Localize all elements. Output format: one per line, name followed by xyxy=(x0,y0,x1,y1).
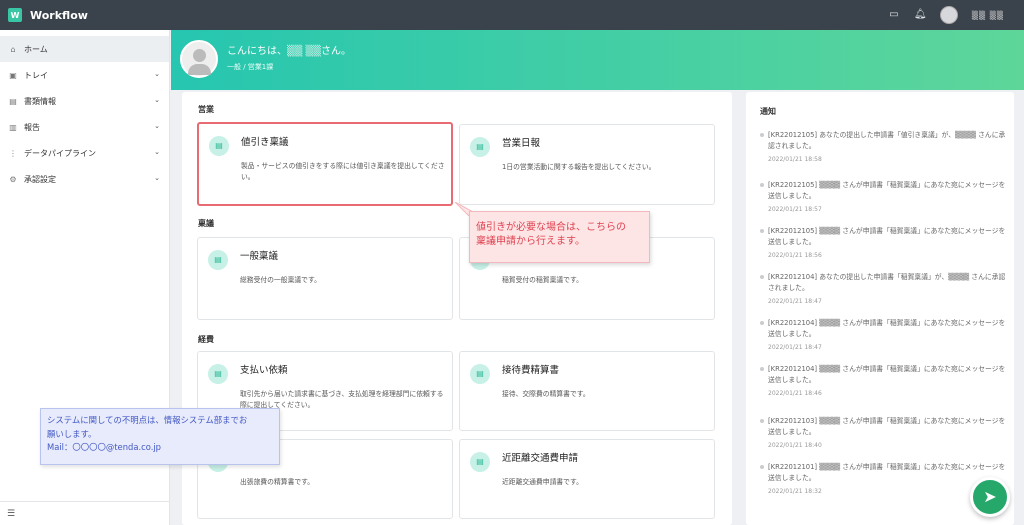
document-icon: ▤ xyxy=(470,364,490,384)
sidebar-item-label: データパイプライン xyxy=(24,148,96,158)
document-icon: ▤ xyxy=(470,452,490,472)
sidebar-item-label: 承認設定 xyxy=(24,174,56,184)
section-title: 経費 xyxy=(198,335,214,344)
sidebar-item-label: トレイ xyxy=(24,70,48,80)
chevron-down-icon: ⌄ xyxy=(154,70,160,78)
sidebar-item-label: ホーム xyxy=(24,44,48,54)
bell-icon[interactable]: 🔔︎ xyxy=(914,9,927,21)
user-avatar[interactable] xyxy=(939,6,958,24)
pipeline-icon: ⋮ xyxy=(9,148,17,158)
sidebar-item-data-pipeline[interactable]: ⋮ データパイプライン ⌄ xyxy=(0,140,169,166)
document-icon: ▤ xyxy=(208,250,228,270)
greeting-suffix: さん。 xyxy=(320,46,351,57)
notification-text: [KR22012105] あなたの提出した申請書「値引き稟議」が、▒▒▒▒ さん… xyxy=(760,130,1010,152)
sidebar-item-approval-settings[interactable]: ⚙ 承認設定 ⌄ xyxy=(0,166,169,192)
card-title: 接待費精算書 xyxy=(502,365,560,376)
notifications-panel: 通知 [KR22012105] あなたの提出した申請書「値引き稟議」が、▒▒▒▒… xyxy=(746,92,1014,525)
notification-text: [KR22012104] ▒▒▒▒ さんが申請書「稲賀稟議」にあなた宛にメッセー… xyxy=(760,364,1010,386)
callout-line: システムに関しての不明点は、情報システム部までお xyxy=(47,415,248,425)
notification-date: 2022/01/21 18:40 xyxy=(768,442,822,449)
chevron-down-icon: ⌄ xyxy=(154,122,160,130)
notification-item[interactable]: [KR22012105] あなたの提出した申請書「値引き稟議」が、▒▒▒▒ さん… xyxy=(760,130,1010,163)
sidebar-item-home[interactable]: ⌂ ホーム xyxy=(0,36,169,62)
chevron-down-icon: ⌄ xyxy=(154,148,160,156)
sidebar-item-documents[interactable]: ▤ 書類情報 ⌄ xyxy=(0,88,169,114)
callout-mail: Mail：〇〇〇〇@tenda.co.jp xyxy=(47,442,162,452)
workflow-logo-icon: W xyxy=(8,8,22,22)
report-icon: ▥ xyxy=(9,122,17,132)
greeting: こんにちは、▒▒ ▒▒さん。 xyxy=(227,42,351,57)
tooltip-line: 値引きが必要な場合は、こちらの xyxy=(476,222,626,233)
notification-item[interactable]: [KR22012105] ▒▒▒▒ さんが申請書「稲賀稟議」にあなた宛にメッセー… xyxy=(760,180,1010,213)
notification-item[interactable]: [KR22012105] ▒▒▒▒ さんが申請書「稲賀稟議」にあなた宛にメッセー… xyxy=(760,226,1010,259)
notification-date: 2022/01/21 18:56 xyxy=(768,252,822,259)
card-title: 近距離交通費申請 xyxy=(502,453,579,464)
notification-date: 2022/01/21 18:57 xyxy=(768,206,822,213)
home-icon: ⌂ xyxy=(10,44,16,54)
top-bar: W Workflow ▭ 🔔︎ ▒▒ ▒▒ xyxy=(0,0,1024,30)
card-desc: 稲賀受付の稲賀稟議です。 xyxy=(502,276,583,284)
notification-item[interactable]: [KR22012104] ▒▒▒▒ さんが申請書「稲賀稟議」にあなた宛にメッセー… xyxy=(760,364,1010,397)
sidebar-item-label: 書類情報 xyxy=(24,96,56,106)
card-desc: 近距離交通費申請書です。 xyxy=(502,478,583,486)
chevron-down-icon: ⌄ xyxy=(154,174,160,182)
card-desc: 総務受付の一般稟議です。 xyxy=(240,276,321,284)
notification-text: [KR22012105] ▒▒▒▒ さんが申請書「稲賀稟議」にあなた宛にメッセー… xyxy=(760,226,1010,248)
card-title: 支払い依頼 xyxy=(240,365,288,376)
inbox-icon[interactable]: ▭ xyxy=(888,9,900,21)
form-card-short-distance-transport[interactable]: ▤ 近距離交通費申請 近距離交通費申請書です。 xyxy=(459,439,715,519)
form-card-discount[interactable]: ▤ 値引き稟議 製品・サービスの値引きをする際には値引き稟議を提出してください。 xyxy=(197,122,453,206)
notification-date: 2022/01/21 18:46 xyxy=(768,390,822,397)
notification-text: [KR22012104] ▒▒▒▒ さんが申請書「稲賀稟議」にあなた宛にメッセー… xyxy=(760,318,1010,340)
notification-date: 2022/01/21 18:47 xyxy=(768,298,822,305)
form-card-daily-report[interactable]: ▤ 営業日報 1日の営業活動に関する報告を提出してください。 xyxy=(459,124,715,205)
callout-line: 願いします。 xyxy=(47,428,97,439)
form-card-entertainment-expense[interactable]: ▤ 接待費精算書 接待、交際費の精算書です。 xyxy=(459,351,715,431)
notification-text: [KR22012103] ▒▒▒▒ さんが申請書「稲賀稟議」にあなた宛にメッセー… xyxy=(760,416,1010,438)
greeting-name: ▒▒ ▒▒ xyxy=(287,46,321,57)
section-title: 営業 xyxy=(198,105,214,114)
send-icon: ➤ xyxy=(983,487,997,506)
sidebar-collapse[interactable]: ☰ xyxy=(0,501,170,525)
sidebar-item-label: 報告 xyxy=(24,122,40,132)
sidebar-item-reports[interactable]: ▥ 報告 ⌄ xyxy=(0,114,169,140)
menu-icon[interactable]: ☰ xyxy=(7,509,15,519)
card-title: 営業日報 xyxy=(502,138,541,149)
notification-date: 2022/01/21 18:47 xyxy=(768,344,822,351)
help-callout: システムに関しての不明点は、情報システム部までお 願いします。 Mail：〇〇〇… xyxy=(40,408,280,465)
card-desc: 接待、交際費の精算書です。 xyxy=(502,390,590,398)
notifications-title: 通知 xyxy=(760,107,776,116)
document-icon: ▤ xyxy=(208,364,228,384)
tooltip-line: 稟議申請から行えます。 xyxy=(476,236,585,247)
avatar xyxy=(180,40,218,78)
settings-icon: ⚙ xyxy=(9,174,17,184)
notification-item[interactable]: [KR22012103] ▒▒▒▒ さんが申請書「稲賀稟議」にあなた宛にメッセー… xyxy=(760,416,1010,449)
card-desc: 1日の営業活動に関する報告を提出してください。 xyxy=(502,163,656,171)
app-title: Workflow xyxy=(30,8,88,22)
tray-icon: ▣ xyxy=(9,70,17,80)
section-title: 稟議 xyxy=(198,219,214,228)
send-button[interactable]: ➤ xyxy=(970,477,1010,517)
sidebar-item-tray[interactable]: ▣ トレイ ⌄ xyxy=(0,62,169,88)
form-card-general-ringi[interactable]: ▤ 一般稟議 総務受付の一般稟議です。 xyxy=(197,237,453,320)
notification-text: [KR22012101] ▒▒▒▒ さんが申請書「稲賀稟議」にあなた宛にメッセー… xyxy=(760,462,1010,484)
notification-item[interactable]: [KR22012104] ▒▒▒▒ さんが申請書「稲賀稟議」にあなた宛にメッセー… xyxy=(760,318,1010,351)
notification-text: [KR22012104] あなたの提出した申請書「稲賀稟議」が、▒▒▒▒ さんに… xyxy=(760,272,1010,294)
discount-tooltip: 値引きが必要な場合は、こちらの 稟議申請から行えます。 xyxy=(469,211,650,263)
welcome-banner: こんにちは、▒▒ ▒▒さん。 一般 / 営業1課 xyxy=(171,30,1024,90)
notification-date: 2022/01/21 18:58 xyxy=(768,156,822,163)
user-name[interactable]: ▒▒ ▒▒ xyxy=(972,11,1004,20)
document-icon: ▤ xyxy=(9,96,17,106)
document-icon: ▤ xyxy=(470,137,490,157)
department: 一般 / 営業1課 xyxy=(227,63,274,71)
card-desc: 出張旅費の精算書です。 xyxy=(240,478,315,486)
card-desc: 製品・サービスの値引きをする際には値引き稟議を提出してください。 xyxy=(241,162,445,181)
notification-text: [KR22012105] ▒▒▒▒ さんが申請書「稲賀稟議」にあなた宛にメッセー… xyxy=(760,180,1010,202)
card-title: 一般稟議 xyxy=(240,251,279,262)
document-icon: ▤ xyxy=(209,136,229,156)
card-title: 値引き稟議 xyxy=(241,137,289,148)
notification-item[interactable]: [KR22012104] あなたの提出した申請書「稲賀稟議」が、▒▒▒▒ さんに… xyxy=(760,272,1010,305)
greeting-prefix: こんにちは、 xyxy=(227,46,287,57)
chevron-down-icon: ⌄ xyxy=(154,96,160,104)
